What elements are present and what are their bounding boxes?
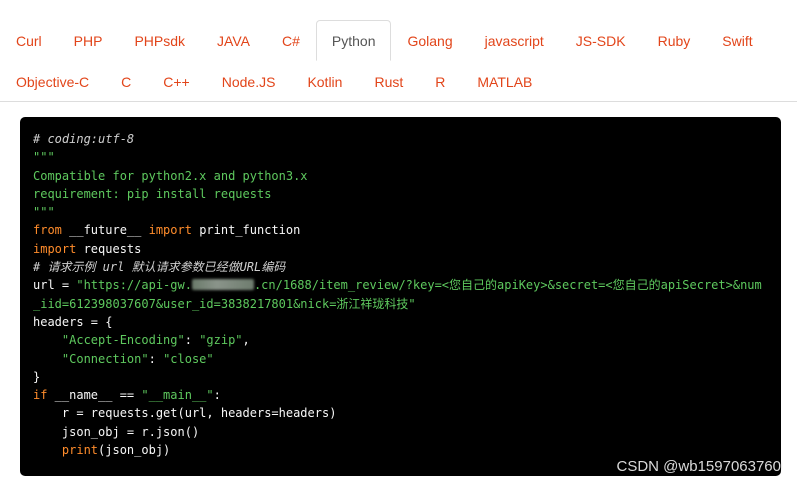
code-string: "Connection" [61, 351, 149, 366]
tab-php[interactable]: PHP [58, 20, 119, 61]
code-text: __future__ [61, 223, 149, 238]
code-line: import requests [33, 240, 768, 258]
tab-java[interactable]: JAVA [201, 20, 266, 61]
code-text: requests [76, 241, 142, 256]
code-text: , [242, 333, 250, 348]
code-line: url = "https://api-gw. .cn/1688/item_revi… [33, 276, 768, 294]
code-keyword: import [33, 241, 77, 256]
tab-r[interactable]: R [419, 61, 461, 102]
code-string: "gzip" [199, 333, 243, 348]
code-line: print(json_obj) [33, 441, 768, 459]
code-comment: # coding:utf-8 [33, 132, 135, 146]
code-text: url = [33, 278, 77, 293]
tab-csharp[interactable]: C# [266, 20, 316, 61]
tab-phpsdk[interactable]: PHPsdk [118, 20, 201, 61]
code-line: # 请求示例 url 默认请求参数已经做URL编码 [33, 258, 768, 276]
code-docstring: """ [33, 205, 55, 220]
tab-c[interactable]: C [105, 61, 147, 102]
code-line: _iid=612398037607&user_id=3838217801&nic… [33, 295, 768, 313]
code-text: print_function [191, 223, 301, 238]
tab-cpp[interactable]: C++ [147, 61, 205, 102]
code-line: json_obj = r.json() [33, 423, 768, 441]
code-string: "https://api-gw. [76, 278, 192, 293]
tab-rust[interactable]: Rust [358, 61, 419, 102]
tab-objective-c[interactable]: Objective-C [0, 61, 105, 102]
code-docstring: Compatible for python2.x and python3.x [33, 168, 308, 183]
code-line: } [33, 368, 768, 386]
tab-curl[interactable]: Curl [0, 20, 58, 61]
code-string: .cn/1688/item_review/?key=<您自己的apiKey>&s… [253, 278, 762, 293]
tab-row-1: Curl PHP PHPsdk JAVA C# Python Golang ja… [0, 20, 769, 61]
tab-kotlin[interactable]: Kotlin [291, 61, 358, 102]
code-keyword: from [33, 223, 62, 238]
code-text: } [33, 369, 41, 384]
code-line: if __name__ == "__main__": [33, 386, 768, 404]
code-text: : [213, 388, 221, 403]
code-line: """ [33, 203, 768, 221]
redacted-blur [191, 279, 254, 291]
code-comment: # 请求示例 url 默认请求参数已经做URL编码 [33, 260, 286, 275]
tab-python[interactable]: Python [315, 20, 392, 61]
csdn-watermark: CSDN @wb1597063760 [616, 458, 782, 475]
code-string: _iid=612398037607&user_id=3838217801&nic… [33, 296, 416, 311]
code-text: r = requests.get(url, headers=headers) [33, 406, 337, 421]
code-text: __name__ == [47, 388, 142, 403]
code-string: "__main__" [141, 388, 214, 403]
language-tabs: Curl PHP PHPsdk JAVA C# Python Golang ja… [0, 0, 797, 102]
tab-nodejs[interactable]: Node.JS [206, 61, 292, 102]
code-line: requirement: pip install requests [33, 185, 768, 203]
tab-matlab[interactable]: MATLAB [461, 61, 548, 102]
code-text: : [148, 351, 164, 366]
code-line: """ [33, 148, 768, 166]
code-docstring: requirement: pip install requests [33, 186, 272, 201]
code-text: : [184, 333, 200, 348]
code-text: json_obj = r.json() [33, 424, 200, 439]
tab-ruby[interactable]: Ruby [642, 20, 707, 61]
tab-swift[interactable]: Swift [706, 20, 768, 61]
code-text: headers = { [33, 314, 113, 329]
tab-row-2: Objective-C C C++ Node.JS Kotlin Rust R … [0, 61, 548, 102]
code-docstring: """ [33, 150, 55, 165]
code-line: Compatible for python2.x and python3.x [33, 167, 768, 185]
code-keyword: print [61, 443, 99, 458]
tab-golang[interactable]: Golang [391, 20, 468, 61]
code-keyword: if [33, 388, 48, 403]
code-string: "Accept-Encoding" [61, 333, 185, 348]
code-line: from __future__ import print_function [33, 221, 768, 239]
code-text: (json_obj) [98, 443, 171, 458]
code-line: # coding:utf-8 [33, 130, 768, 148]
code-block[interactable]: # coding:utf-8 """ Compatible for python… [20, 117, 781, 476]
code-line: "Accept-Encoding": "gzip", [33, 331, 768, 349]
tab-js-sdk[interactable]: JS-SDK [560, 20, 642, 61]
code-line: r = requests.get(url, headers=headers) [33, 404, 768, 422]
code-line: "Connection": "close" [33, 350, 768, 368]
tab-javascript[interactable]: javascript [469, 20, 560, 61]
code-line: headers = { [33, 313, 768, 331]
code-string: "close" [163, 351, 214, 366]
code-keyword: import [148, 223, 192, 238]
